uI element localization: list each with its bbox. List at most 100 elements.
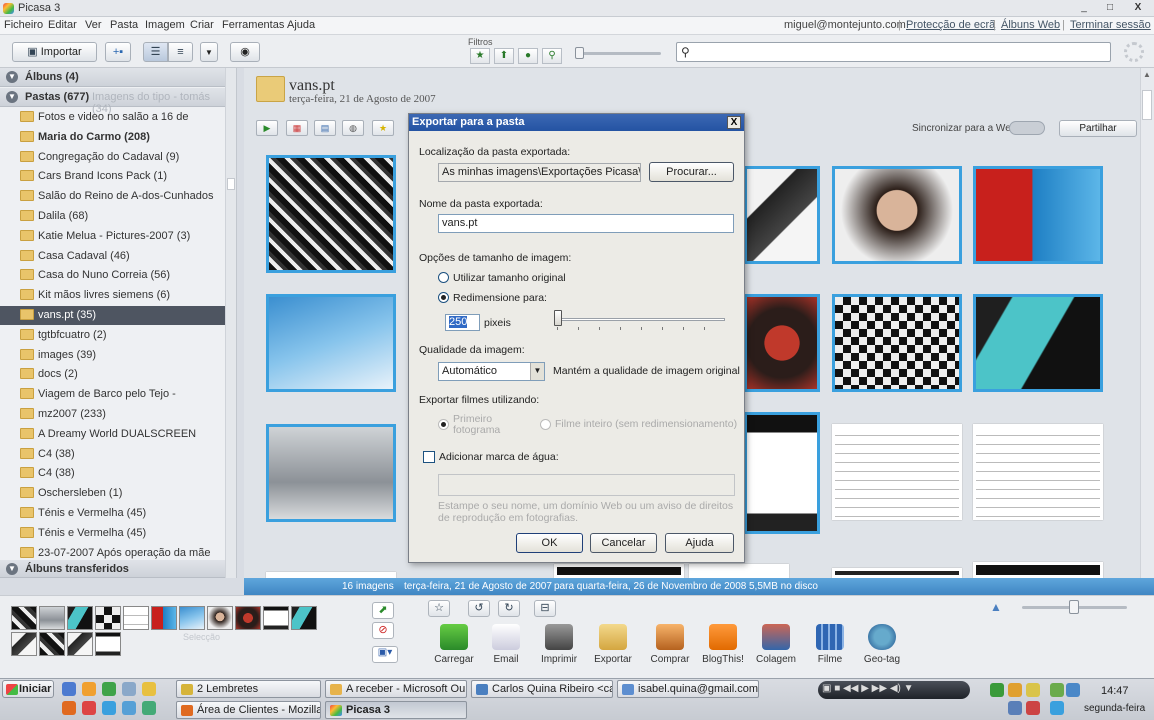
tag-button[interactable]: ⊟ [534, 600, 556, 617]
photo-thumbnail[interactable] [973, 294, 1103, 392]
tray-thumbnail[interactable] [67, 606, 93, 630]
sidebar-folder-item[interactable]: C4 (38) [0, 464, 225, 483]
sidebar-folder-item[interactable]: Oschersleben (1) [0, 484, 225, 503]
import-button[interactable]: ▣ Importar [12, 42, 97, 62]
sidebar-folder-item[interactable]: Congregação do Cadaval (9) [0, 148, 225, 167]
tray-thumbnail[interactable] [207, 606, 233, 630]
movie-button[interactable]: ▦ [286, 120, 308, 136]
quality-select[interactable]: Automático ▼ [438, 362, 545, 381]
messenger-icon[interactable] [102, 682, 116, 696]
view-list-button[interactable]: ≡ [168, 42, 193, 62]
help-button[interactable]: Ajuda [665, 533, 734, 553]
star-photo-button[interactable]: ☆ [428, 600, 450, 617]
maximize-button[interactable]: □ [1098, 1, 1122, 15]
sidebar-folder-item[interactable]: vans.pt (35) [0, 306, 225, 325]
hold-button[interactable]: ⬈ [372, 602, 394, 619]
quicklaunch-icon[interactable] [122, 682, 136, 696]
firefox-icon[interactable] [62, 701, 76, 715]
blogthis-action[interactable]: BlogThis! [699, 624, 747, 665]
sidebar-folder-item[interactable]: Casa Cadaval (46) [0, 247, 225, 266]
export-action[interactable]: Exportar [589, 624, 637, 665]
media-controls-icon[interactable]: ▣ ■ ◀◀ ▶ ▶▶ ◀) ▼ [822, 683, 914, 694]
movie-action[interactable]: Filme [806, 624, 854, 665]
task-reminders[interactable]: 2 Lembretes [176, 680, 321, 698]
filter-uploaded-button[interactable]: ⬆ [494, 48, 514, 64]
tray-thumbnail[interactable] [95, 632, 121, 656]
star-folder-button[interactable]: ★ [372, 120, 394, 136]
photo-thumbnail[interactable] [832, 166, 962, 264]
thumbnail-size-handle[interactable] [1069, 600, 1079, 614]
photo-thumbnail[interactable] [973, 166, 1103, 264]
photo-thumbnail[interactable] [832, 568, 962, 578]
album-add-button[interactable]: ▣▾ [372, 646, 398, 663]
watermark-checkbox[interactable] [423, 451, 435, 463]
upload-action[interactable]: Carregar [430, 624, 478, 665]
sidebar-folder-item[interactable]: Fotos e video no salão a 16 de [0, 108, 225, 127]
view-thumbnails-button[interactable]: ☰ [143, 42, 168, 62]
screensaver-link[interactable]: Protecção de ecrã [906, 19, 995, 31]
photo-thumbnail[interactable] [266, 155, 396, 273]
first-frame-radio[interactable] [438, 419, 449, 430]
add-people-button[interactable]: +▪ [105, 42, 131, 62]
cube-icon[interactable] [142, 701, 156, 715]
resize-radio[interactable] [438, 292, 449, 303]
search-input[interactable]: ⚲ [676, 42, 1111, 62]
folders-section-header[interactable]: ▼ Pastas (677) Imagens do tipo - tomás (… [0, 88, 225, 115]
filter-faces-button[interactable]: ● [518, 48, 538, 64]
network-icon[interactable] [1066, 683, 1080, 697]
tray-thumbnail[interactable] [291, 606, 317, 630]
photo-thumbnail[interactable] [689, 564, 789, 578]
menu-ver[interactable]: Ver [85, 19, 102, 31]
buy-action[interactable]: Comprar [646, 624, 694, 665]
date-filter-slider[interactable] [576, 52, 661, 55]
tray-icon[interactable] [1026, 701, 1040, 715]
share-button[interactable]: Partilhar [1059, 120, 1137, 137]
full-movie-radio[interactable] [540, 419, 551, 430]
volume-icon[interactable] [1008, 701, 1022, 715]
pixel-size-field[interactable]: 250 [445, 314, 480, 331]
photo-thumbnail[interactable] [973, 562, 1103, 578]
tray-thumbnail[interactable] [123, 606, 149, 630]
sidebar-folder-item[interactable]: A Dreamy World DUALSCREEN [0, 425, 225, 444]
browser-icon[interactable] [82, 701, 96, 715]
search-app-icon[interactable] [102, 701, 116, 715]
geotag-action[interactable]: Geo-tag [858, 624, 906, 665]
sidebar-folder-item[interactable]: docs (2) [0, 365, 225, 384]
sidebar-folder-item[interactable]: Cars Brand Icons Pack (1) [0, 167, 225, 186]
tray-thumbnail[interactable] [235, 606, 261, 630]
photo-thumbnail[interactable] [832, 424, 962, 520]
sync-web-toggle[interactable] [1009, 121, 1045, 135]
collage-action[interactable]: Colagem [752, 624, 800, 665]
sidebar-folder-item[interactable]: Ténis e Vermelha (45) [0, 504, 225, 523]
filter-geotag-button[interactable]: ⚲ [542, 48, 562, 64]
browse-button[interactable]: Procurar... [649, 162, 734, 182]
menu-pasta[interactable]: Pasta [110, 19, 138, 31]
sidebar-folder-item[interactable]: Maria do Carmo (208) [0, 128, 225, 147]
sidebar-folder-item[interactable]: Dalila (68) [0, 207, 225, 226]
sidebar-scrollbar[interactable] [225, 68, 236, 578]
menu-imagem[interactable]: Imagem [145, 19, 185, 31]
tray-icon[interactable] [1026, 683, 1040, 697]
original-size-radio[interactable] [438, 272, 449, 283]
tray-thumbnail[interactable] [39, 632, 65, 656]
photo-thumbnail[interactable] [266, 294, 396, 392]
close-window-button[interactable]: X [1126, 1, 1150, 15]
sidebar-folder-item[interactable]: C4 (38) [0, 445, 225, 464]
menu-ficheiro[interactable]: Ficheiro [4, 19, 43, 31]
sidebar-folder-item[interactable]: mz2007 (233) [0, 405, 225, 424]
tools-icon[interactable] [122, 701, 136, 715]
sidebar-folder-item[interactable]: Kit mãos livres siemens (6) [0, 286, 225, 305]
smiley-icon[interactable] [142, 682, 156, 696]
sidebar-folder-item[interactable]: images (39) [0, 346, 225, 365]
tray-icon[interactable] [1050, 701, 1064, 715]
desktop-icon[interactable] [62, 682, 76, 696]
photo-thumbnail[interactable] [832, 294, 962, 392]
people-view-button[interactable]: ◉ [230, 42, 260, 62]
tray-thumbnail[interactable] [95, 606, 121, 630]
task-gmail[interactable]: isabel.quina@gmail.com [617, 680, 759, 698]
logout-link[interactable]: Terminar sessão [1070, 19, 1151, 31]
print-action[interactable]: Imprimir [535, 624, 583, 665]
minimize-button[interactable]: _ [1072, 1, 1096, 15]
tray-icon[interactable] [1050, 683, 1064, 697]
tray-thumbnail[interactable] [11, 606, 37, 630]
